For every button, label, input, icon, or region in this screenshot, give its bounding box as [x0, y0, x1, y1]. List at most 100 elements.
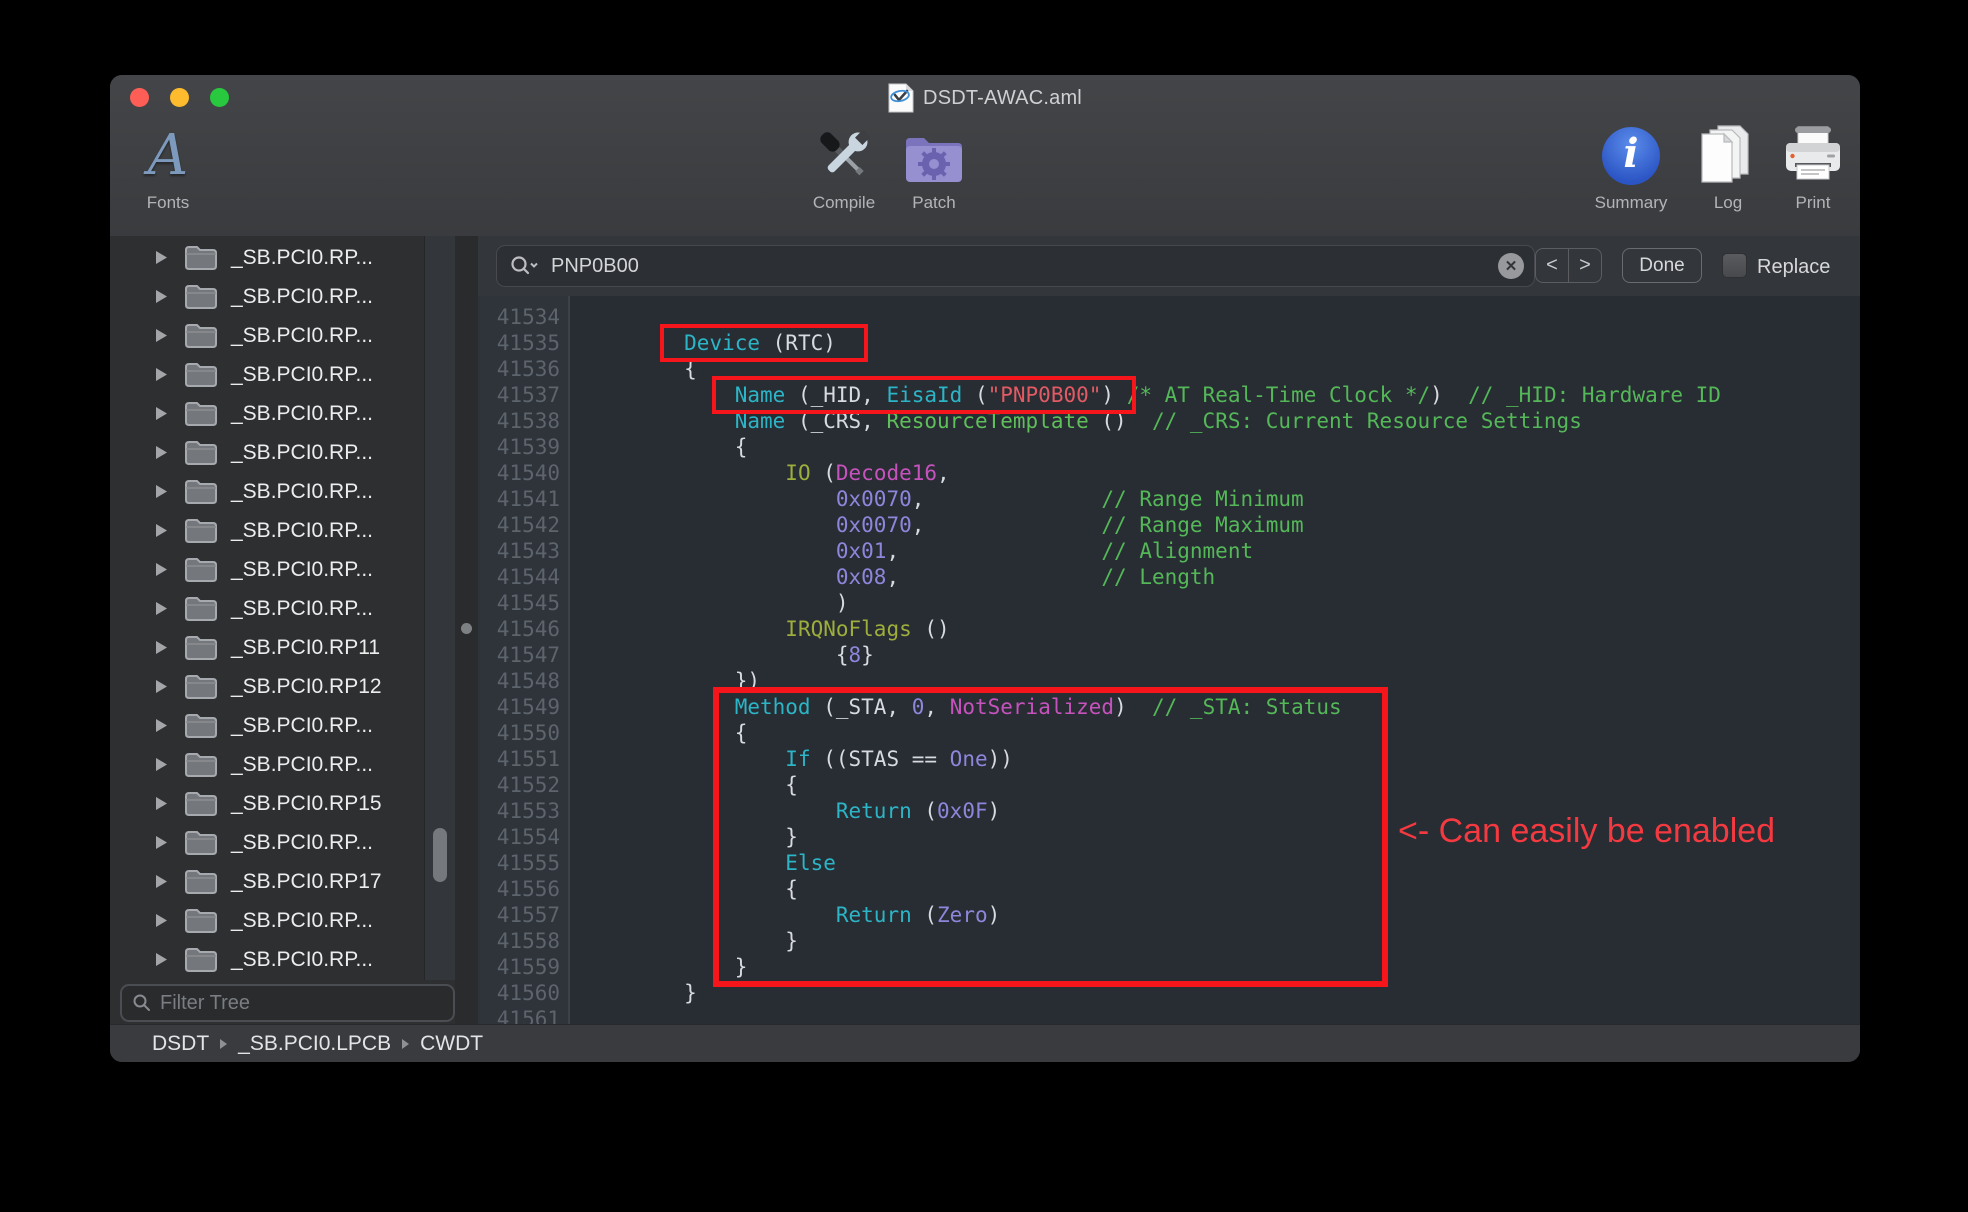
line-number: 41555 [478, 850, 568, 876]
tree-item[interactable]: _SB.PCI0.RP... [110, 238, 425, 277]
disclosure-triangle-icon[interactable] [155, 289, 169, 304]
disclosure-triangle-icon[interactable] [155, 796, 169, 811]
disclosure-triangle-icon[interactable] [155, 913, 169, 928]
tree-item-label: _SB.PCI0.RP... [231, 285, 373, 309]
tree-view: _SB.PCI0.RP..._SB.PCI0.RP..._SB.PCI0.RP.… [110, 236, 425, 980]
tree-item-label: _SB.PCI0.RP... [231, 753, 373, 777]
folder-icon [183, 322, 219, 350]
disclosure-triangle-icon[interactable] [155, 874, 169, 889]
disclosure-triangle-icon[interactable] [155, 250, 169, 265]
disclosure-triangle-icon[interactable] [155, 484, 169, 499]
splitter-handle-dot[interactable] [461, 623, 472, 634]
status-bar: DSDT _SB.PCI0.LPCB CWDT [110, 1024, 1860, 1062]
pane-splitter[interactable] [455, 236, 478, 1025]
tree-item[interactable]: _SB.PCI0.RP... [110, 316, 425, 355]
code-editor[interactable]: 4153441535415364153741538415394154041541… [478, 296, 1860, 1025]
disclosure-triangle-icon[interactable] [155, 679, 169, 694]
log-button[interactable]: Log [1692, 123, 1764, 213]
tree-item[interactable]: _SB.PCI0.RP... [110, 511, 425, 550]
disclosure-triangle-icon[interactable] [155, 328, 169, 343]
replace-checkbox[interactable] [1722, 253, 1747, 278]
tree-item[interactable]: _SB.PCI0.RP... [110, 277, 425, 316]
line-number: 41546 [478, 616, 568, 642]
tree-item[interactable]: _SB.PCI0.RP... [110, 394, 425, 433]
tree-item-label: _SB.PCI0.RP... [231, 246, 373, 270]
tree-item[interactable]: _SB.PCI0.RP... [110, 823, 425, 862]
tree-item-label: _SB.PCI0.RP... [231, 519, 373, 543]
summary-button[interactable]: i Summary [1593, 123, 1669, 213]
line-number: 41551 [478, 746, 568, 772]
folder-icon [183, 244, 219, 272]
tree-item-label: _SB.PCI0.RP... [231, 402, 373, 426]
tree-item[interactable]: _SB.PCI0.RP11 [110, 628, 425, 667]
disclosure-triangle-icon[interactable] [155, 562, 169, 577]
tree-item-label: _SB.PCI0.RP... [231, 714, 373, 738]
done-button[interactable]: Done [1622, 248, 1702, 283]
disclosure-triangle-icon[interactable] [155, 835, 169, 850]
clear-search-icon[interactable]: ✕ [1498, 253, 1524, 279]
line-number: 41543 [478, 538, 568, 564]
compile-button[interactable]: Compile [803, 123, 885, 213]
compile-tools-icon [808, 122, 880, 190]
fonts-label: Fonts [147, 193, 190, 213]
folder-icon [183, 595, 219, 623]
sidebar-scrollbar[interactable] [424, 236, 455, 980]
breadcrumb-item[interactable]: DSDT [152, 1032, 209, 1056]
disclosure-triangle-icon[interactable] [155, 367, 169, 382]
tree-item[interactable]: _SB.PCI0.RP15 [110, 784, 425, 823]
tree-item[interactable]: _SB.PCI0.RP... [110, 433, 425, 472]
code-line: 0x01, // Alignment [583, 538, 1860, 564]
app-window: DSDT-AWAC.aml A Fonts [110, 75, 1860, 1062]
breadcrumb: DSDT _SB.PCI0.LPCB CWDT [152, 1032, 483, 1056]
tree-item[interactable]: _SB.PCI0.RP... [110, 355, 425, 394]
disclosure-triangle-icon[interactable] [155, 445, 169, 460]
tree-item[interactable]: _SB.PCI0.RP... [110, 589, 425, 628]
disclosure-triangle-icon[interactable] [155, 640, 169, 655]
breadcrumb-item[interactable]: CWDT [420, 1032, 483, 1056]
tree-item[interactable]: _SB.PCI0.RP... [110, 472, 425, 511]
disclosure-triangle-icon[interactable] [155, 601, 169, 616]
log-label: Log [1714, 193, 1742, 213]
code-line: { [583, 434, 1860, 460]
tree-item[interactable]: _SB.PCI0.RP... [110, 745, 425, 784]
disclosure-triangle-icon[interactable] [155, 757, 169, 772]
folder-icon [183, 829, 219, 857]
folder-icon [183, 751, 219, 779]
tree-item[interactable]: _SB.PCI0.RP... [110, 706, 425, 745]
disclosure-triangle-icon[interactable] [155, 718, 169, 733]
folder-icon [183, 283, 219, 311]
search-icon [509, 255, 541, 277]
tree-item[interactable]: _SB.PCI0.RP... [110, 550, 425, 589]
tree-item[interactable]: _SB.PCI0.RP... [110, 901, 425, 940]
filter-field[interactable] [120, 984, 455, 1022]
line-number: 41554 [478, 824, 568, 850]
tree-item[interactable]: _SB.PCI0.RP... [110, 940, 425, 979]
print-button[interactable]: Print [1777, 123, 1849, 213]
fonts-button[interactable]: A Fonts [128, 123, 208, 213]
tree-item[interactable]: _SB.PCI0.RP12 [110, 667, 425, 706]
breadcrumb-separator-icon [401, 1038, 410, 1050]
filter-tree-input[interactable] [158, 991, 453, 1016]
disclosure-triangle-icon[interactable] [155, 952, 169, 967]
patch-button[interactable]: Patch [898, 127, 970, 213]
disclosure-triangle-icon[interactable] [155, 406, 169, 421]
search-field[interactable]: ✕ [496, 245, 1535, 287]
folder-icon [183, 556, 219, 584]
find-previous-button[interactable]: < [1536, 249, 1569, 282]
find-next-button[interactable]: > [1569, 249, 1601, 282]
sidebar-scrollbar-thumb[interactable] [433, 828, 447, 882]
tree-item[interactable]: _SB.PCI0.RP17 [110, 862, 425, 901]
disclosure-triangle-icon[interactable] [155, 523, 169, 538]
sidebar: _SB.PCI0.RP..._SB.PCI0.RP..._SB.PCI0.RP.… [110, 236, 455, 1025]
code-line: IRQNoFlags () [583, 616, 1860, 642]
breadcrumb-item[interactable]: _SB.PCI0.LPCB [238, 1032, 391, 1056]
print-printer-icon [1781, 125, 1845, 187]
find-nav-segmented: < > [1535, 248, 1602, 283]
tree-item-label: _SB.PCI0.RP... [231, 363, 373, 387]
folder-icon [183, 439, 219, 467]
search-input[interactable] [549, 254, 1498, 279]
annotation-box-device [660, 324, 868, 362]
breadcrumb-separator-icon [219, 1038, 228, 1050]
code-line: ) [583, 590, 1860, 616]
line-number: 41549 [478, 694, 568, 720]
